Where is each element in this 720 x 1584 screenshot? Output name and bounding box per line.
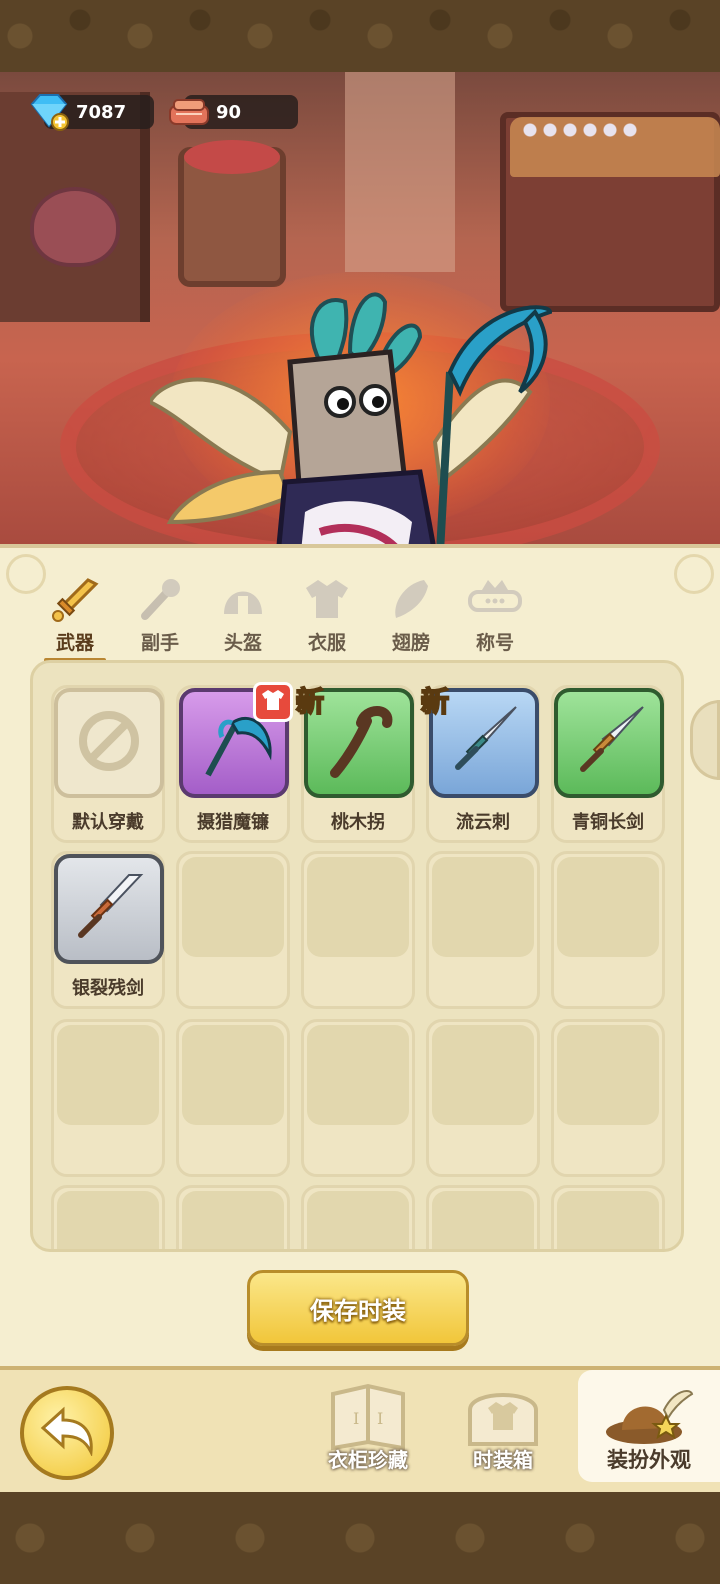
tab-helmet-label: 头盔: [223, 632, 262, 654]
panel-corner-decor: [674, 554, 714, 594]
staff-icon: [317, 699, 401, 787]
egg-decor: [30, 187, 120, 267]
wings-icon: [384, 574, 438, 624]
empty-slot: [176, 851, 290, 1009]
cloth-currency[interactable]: 90: [169, 95, 298, 129]
item-name: 流云刺: [456, 812, 510, 833]
no-entry-icon: [74, 706, 144, 780]
empty-slot: [301, 851, 415, 1009]
broken-sword-icon: [67, 865, 151, 953]
tab-offhand[interactable]: 副手: [125, 568, 195, 658]
gem-count: 7087: [76, 101, 127, 123]
item-slot-longsword[interactable]: 青铜长剑: [551, 685, 665, 843]
item-slot-scythe[interactable]: 摄猎魔镰: [176, 682, 293, 843]
item-slot-dagger[interactable]: 新 流云刺: [420, 684, 540, 843]
barrel-fruit-decor: [184, 140, 280, 174]
item-frame: [54, 688, 164, 798]
diamond-plus-icon[interactable]: [26, 92, 72, 132]
empty-slot: [51, 1185, 165, 1249]
tab-helmet[interactable]: 头盔: [208, 568, 278, 658]
item-frame: [554, 688, 664, 798]
wardrobe-book-icon: I I: [323, 1380, 413, 1452]
item-name: 桃木拐: [331, 812, 385, 833]
wardrobe-panel: 武器 副手 头盔 衣服 翅膀 称号 默认穿戴 摄猎魔镰 新 桃木拐 新 流云刺 …: [0, 544, 720, 1366]
item-frame: [54, 854, 164, 964]
category-tabs: 武器 副手 头盔 衣服 翅膀 称号: [36, 568, 536, 662]
column-decor: [345, 72, 455, 272]
offhand-icon: [133, 574, 187, 624]
empty-slot: [551, 1019, 665, 1177]
cloth-count: 90: [216, 101, 242, 123]
nav-dress-up[interactable]: 装扮外观: [578, 1370, 720, 1482]
save-outfit-button[interactable]: 保存时装: [247, 1270, 469, 1346]
empty-slot: [551, 851, 665, 1009]
svg-text:I: I: [377, 1409, 383, 1428]
empty-slot: [176, 1019, 290, 1177]
item-grid: 默认穿戴 摄猎魔镰 新 桃木拐 新 流云刺 青铜长剑 银裂残剑: [30, 660, 684, 1252]
equipped-badge: [253, 682, 293, 722]
hero-character: [150, 292, 553, 550]
empty-slot: [426, 851, 540, 1009]
hat-icon: [604, 1380, 694, 1452]
item-name: 银裂残剑: [72, 978, 144, 999]
nav-fashion-chest[interactable]: 时装箱: [448, 1380, 558, 1486]
item-slot-default[interactable]: 默认穿戴: [51, 685, 165, 843]
nav-wardrobe-label: 衣柜珍藏: [328, 1448, 408, 1472]
tab-wings-label: 翅膀: [391, 632, 430, 654]
sword-icon: [48, 574, 102, 624]
tab-title[interactable]: 称号: [460, 568, 530, 658]
tab-clothes[interactable]: 衣服: [292, 568, 362, 658]
title-badge-icon: [468, 574, 522, 624]
pearls-decor: [520, 120, 640, 140]
nav-wardrobe-collection[interactable]: I I 衣柜珍藏: [313, 1380, 423, 1486]
new-tag: 新: [295, 684, 325, 719]
bottom-decor-band: [0, 1492, 720, 1584]
item-slot-broken-sword[interactable]: 银裂残剑: [51, 851, 165, 1009]
tab-offhand-label: 副手: [140, 632, 179, 654]
svg-text:I: I: [353, 1409, 359, 1428]
fabric-roll-icon: [166, 92, 212, 132]
item-name: 摄猎魔镰: [197, 812, 269, 833]
tab-clothes-label: 衣服: [307, 632, 346, 654]
item-name: 默认穿戴: [72, 812, 144, 833]
empty-slot: [51, 1019, 165, 1177]
top-decor-band: [0, 0, 720, 72]
tab-weapon-label: 武器: [55, 632, 94, 654]
tab-wings[interactable]: 翅膀: [376, 568, 446, 658]
empty-slot: [301, 1019, 415, 1177]
item-name: 青铜长剑: [572, 812, 644, 833]
empty-slot: [176, 1185, 290, 1249]
armor-icon: [300, 574, 354, 624]
empty-slot: [551, 1185, 665, 1249]
item-slot-staff[interactable]: 新 桃木拐: [295, 684, 415, 843]
new-tag: 新: [420, 684, 450, 719]
helmet-icon: [216, 574, 270, 624]
longsword-icon: [567, 699, 651, 787]
fashion-chest-icon: [458, 1380, 548, 1452]
shirt-icon: [260, 688, 286, 716]
nav-dress-up-label: 装扮外观: [607, 1448, 691, 1472]
gem-currency[interactable]: 7087: [30, 94, 154, 131]
bottom-nav: I I 衣柜珍藏 时装箱 装扮外观: [0, 1366, 720, 1492]
tab-weapon[interactable]: 武器: [40, 568, 110, 662]
back-arrow-icon: [37, 1406, 97, 1460]
empty-slot: [301, 1185, 415, 1249]
nav-dress-up-inner: 装扮外观: [594, 1380, 704, 1486]
back-button[interactable]: [20, 1386, 114, 1480]
empty-slot: [426, 1185, 540, 1249]
empty-slot: [426, 1019, 540, 1177]
tab-title-label: 称号: [475, 632, 514, 654]
character-preview-scene: [0, 72, 720, 550]
dagger-icon: [442, 699, 526, 787]
